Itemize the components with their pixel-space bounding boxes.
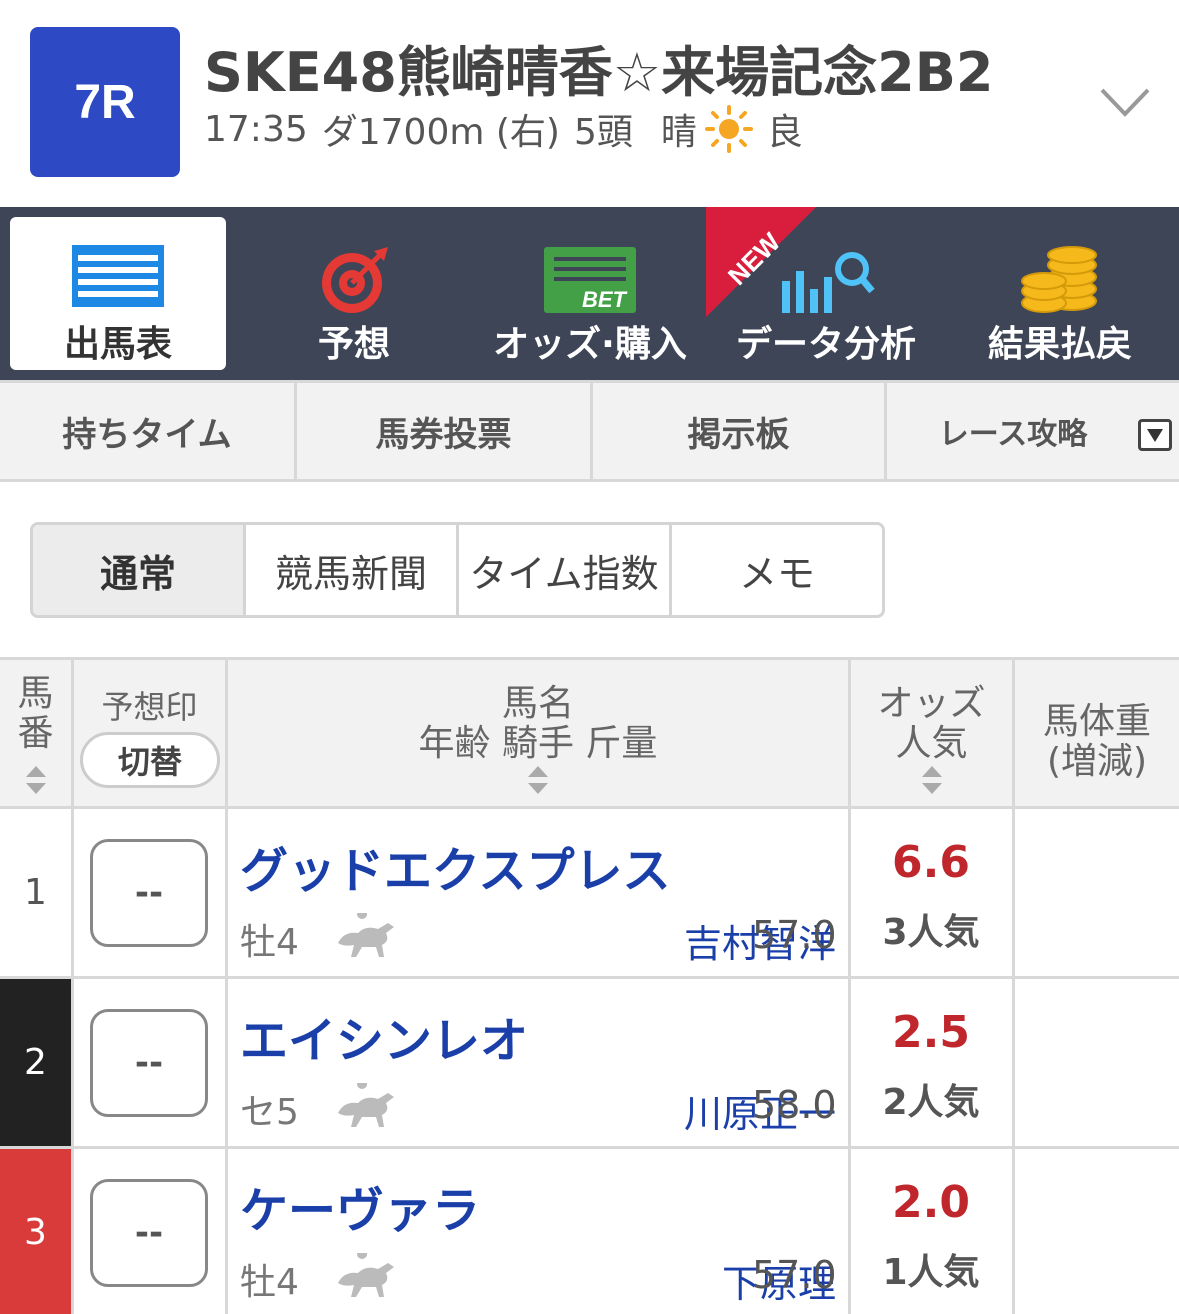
popularity: 1人気 <box>882 1252 980 1293</box>
target-icon <box>322 247 388 313</box>
table-row[interactable]: 2 -- エイシンレオ セ5 川原正一 58.0 2.5 2人気 <box>0 979 1179 1149</box>
header-body-weight: 馬体重 (増減) <box>1042 701 1151 782</box>
gate-number: 3 <box>0 1149 74 1314</box>
carried-weight: 58.0 <box>752 1083 837 1127</box>
race-track-condition: 良 <box>766 112 803 153</box>
horse-sex-age: 牡4 <box>240 922 299 963</box>
nav-label: 出馬表 <box>63 324 172 365</box>
table-row[interactable]: 3 -- ケーヴァラ 牡4 下原理 57.0 2.0 1人気 <box>0 1149 1179 1314</box>
sun-icon <box>704 105 753 153</box>
nav-label: オッズ·購入 <box>493 324 687 365</box>
sort-icon <box>25 766 46 794</box>
view-mode-switcher: 通常 競馬新聞 タイム指数 メモ <box>30 522 885 618</box>
gate-number: 2 <box>0 979 74 1146</box>
tab-holding-time[interactable]: 持ちタイム <box>0 383 297 479</box>
horse-sex-age: 牡4 <box>240 1262 299 1303</box>
popularity: 3人気 <box>882 912 980 953</box>
jockey-icon <box>338 1083 394 1127</box>
bet-icon: BET <box>544 247 636 313</box>
nav-prediction[interactable]: 予想 <box>246 217 462 370</box>
gate-number: 1 <box>0 809 74 976</box>
coins-icon <box>1021 246 1097 313</box>
nav-label: 結果払戻 <box>987 324 1132 365</box>
body-weight-cell <box>1015 1149 1179 1314</box>
horse-sex-age: セ5 <box>240 1092 299 1133</box>
race-course: ダ1700m (右) <box>321 112 560 153</box>
sub-tabs: 持ちタイム 馬券投票 掲示板 レース攻略 <box>0 380 1179 482</box>
view-mode-normal[interactable]: 通常 <box>33 525 246 615</box>
popularity: 2人気 <box>882 1082 980 1123</box>
chevron-down-icon[interactable] <box>1098 82 1152 122</box>
race-header: 7R SKE48熊崎晴香☆来場記念2B2 17:35 ダ1700m (右) 5頭… <box>0 0 1179 207</box>
race-title: SKE48熊崎晴香☆来場記念2B2 <box>204 41 994 104</box>
tab-betting[interactable]: 馬券投票 <box>297 383 593 479</box>
race-time: 17:35 <box>204 108 308 150</box>
body-weight-cell <box>1015 979 1179 1146</box>
more-tabs-button[interactable] <box>1138 419 1172 451</box>
new-badge: NEW <box>706 207 816 317</box>
carried-weight: 57.0 <box>752 1253 837 1297</box>
nav-results-payout[interactable]: 結果払戻 <box>952 217 1168 370</box>
nav-label: 予想 <box>317 324 390 365</box>
tab-bulletin-board[interactable]: 掲示板 <box>593 383 887 479</box>
header-number[interactable]: 馬 番 <box>0 660 74 806</box>
jockey-icon <box>338 913 394 957</box>
nav-entry-table[interactable]: 出馬表 <box>10 217 226 370</box>
race-meta: 17:35 ダ1700m (右) 5頭 晴 良 <box>204 103 803 155</box>
view-mode-time-index[interactable]: タイム指数 <box>459 525 672 615</box>
odds-value: 2.5 <box>892 1007 970 1058</box>
prediction-mark-button[interactable]: -- <box>90 839 208 947</box>
sort-icon <box>528 766 548 794</box>
header-odds[interactable]: オッズ 人気 <box>851 660 1015 806</box>
view-mode-newspaper[interactable]: 競馬新聞 <box>246 525 459 615</box>
nav-odds-purchase[interactable]: BET オッズ·購入 <box>482 217 698 370</box>
table-row[interactable]: 1 -- グッドエクスプレス 牡4 吉村智洋 57.0 6.6 3人気 <box>0 809 1179 979</box>
svg-text:BET: BET <box>582 287 628 312</box>
main-nav: 出馬表 予想 BET オッズ·購入 データ分析 結果払戻 <box>0 207 1179 380</box>
horse-name[interactable]: エイシンレオ <box>240 1001 528 1071</box>
race-number-badge: 7R <box>30 27 180 177</box>
entry-table-icon <box>72 245 164 307</box>
header-horse[interactable]: 馬名 年齢 騎手 斤量 <box>228 660 851 806</box>
jockey-icon <box>338 1253 394 1297</box>
race-runners: 5頭 <box>573 112 633 153</box>
odds-value: 6.6 <box>892 837 970 888</box>
race-weather: 晴 <box>660 112 697 153</box>
tab-race-strategy[interactable]: レース攻略 <box>887 383 1139 479</box>
body-weight-cell <box>1015 809 1179 976</box>
view-mode-memo[interactable]: メモ <box>672 525 882 615</box>
prediction-mark-button[interactable]: -- <box>90 1179 208 1287</box>
triangle-down-icon <box>1147 429 1163 442</box>
prediction-mark-button[interactable]: -- <box>90 1009 208 1117</box>
horse-name[interactable]: ケーヴァラ <box>240 1171 480 1241</box>
sort-icon <box>921 766 942 794</box>
carried-weight: 57.0 <box>752 913 837 957</box>
nav-label: データ分析 <box>735 324 916 365</box>
table-header: 馬 番 予想印 切替 馬名 年齢 騎手 斤量 オッズ 人気 馬体重 (増減) <box>0 657 1179 809</box>
odds-value: 2.0 <box>892 1177 970 1228</box>
prediction-mark-toggle-button[interactable]: 切替 <box>80 732 220 788</box>
horse-name[interactable]: グッドエクスプレス <box>240 831 671 901</box>
